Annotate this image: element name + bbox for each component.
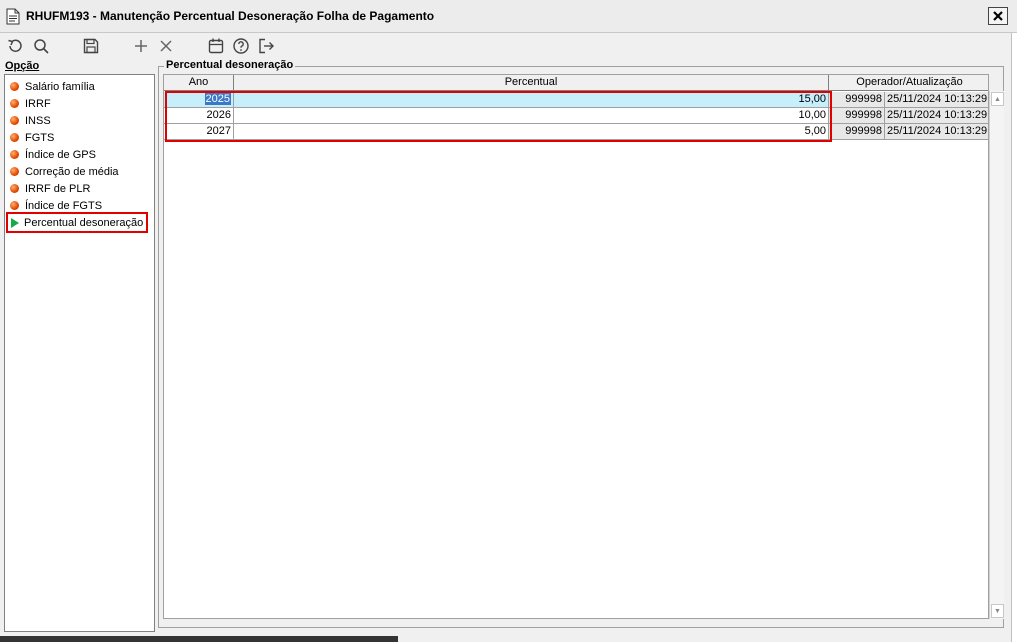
option-correcao-media[interactable]: Correção de média [8,163,119,180]
window-edge [1011,33,1017,642]
document-icon [6,8,20,25]
cell-ano[interactable]: 2027 [164,124,234,140]
option-percentual-desoneracao[interactable]: Percentual desoneração [6,212,148,233]
options-label: Opção [5,60,40,72]
add-button[interactable] [131,36,151,56]
taskbar-strip [0,636,398,642]
option-salario-familia[interactable]: Salário família [8,78,95,95]
calendar-icon [208,38,224,54]
column-header-ano[interactable]: Ano [164,75,234,91]
selected-arrow-icon [11,217,19,228]
undo-button[interactable] [5,36,25,56]
option-label: FGTS [25,131,55,144]
close-button[interactable] [988,7,1008,25]
bullet-icon [10,184,19,193]
option-label: IRRF [25,97,51,110]
option-fgts[interactable]: FGTS [8,129,54,146]
save-button[interactable] [81,36,101,56]
toolbar [0,33,1017,59]
option-label: IRRF de PLR [25,182,91,195]
options-list: Salário família IRRF INSS FGTS Índice de… [4,74,155,632]
cell-percentual[interactable]: 15,00 [234,92,829,108]
option-label: Salário família [25,80,95,93]
cell-atualizacao: 25/11/2024 10:13:29 [885,92,988,108]
delete-icon [160,40,172,52]
option-irrf[interactable]: IRRF [8,95,51,112]
column-header-percentual[interactable]: Percentual [234,75,829,91]
scroll-down-button[interactable]: ▼ [991,604,1004,618]
scroll-up-button[interactable]: ▲ [991,92,1004,106]
cell-percentual[interactable]: 10,00 [234,108,829,124]
option-label: Índice de FGTS [25,199,103,212]
bullet-icon [10,99,19,108]
option-label: Índice de GPS [25,148,96,161]
bullet-icon [10,201,19,210]
data-grid: Ano Percentual Operador/Atualização 2025… [163,74,989,619]
bullet-icon [10,133,19,142]
option-irrf-plr[interactable]: IRRF de PLR [8,180,90,197]
undo-icon [8,39,22,52]
search-button[interactable] [31,36,51,56]
option-label: INSS [25,114,51,127]
exit-icon [259,38,274,54]
window-title: RHUFM193 - Manutenção Percentual Desoner… [26,9,435,23]
bullet-icon [10,150,19,159]
save-icon [83,38,99,54]
column-header-operador[interactable]: Operador/Atualização [829,75,988,91]
option-inss[interactable]: INSS [8,112,51,129]
group-title: Percentual desoneração [164,59,296,71]
cell-atualizacao: 25/11/2024 10:13:29 [885,108,988,124]
cell-percentual[interactable]: 5,00 [234,124,829,140]
cell-atualizacao: 25/11/2024 10:13:29 [885,124,988,140]
option-label: Correção de média [25,165,119,178]
search-icon [34,39,49,54]
arrow-down-icon: ▼ [994,607,1001,615]
help-button[interactable] [231,36,251,56]
option-indice-gps[interactable]: Índice de GPS [8,146,96,163]
title-bar: RHUFM193 - Manutenção Percentual Desoner… [0,0,1017,33]
bullet-icon [10,82,19,91]
bullet-icon [10,167,19,176]
option-indice-fgts[interactable]: Índice de FGTS [8,197,102,214]
help-icon [233,38,249,54]
delete-button[interactable] [156,36,176,56]
add-icon [135,40,147,52]
calendar-button[interactable] [206,36,226,56]
exit-button[interactable] [256,36,276,56]
arrow-up-icon: ▲ [994,95,1001,103]
cell-operador: 999998 [829,124,885,140]
option-label: Percentual desoneração [24,216,144,229]
close-icon [993,11,1003,21]
cell-ano[interactable]: 2025 [164,92,234,108]
cell-operador: 999998 [829,108,885,124]
vertical-scrollbar[interactable]: ▲ ▼ [989,91,1004,619]
cell-ano[interactable]: 2026 [164,108,234,124]
bullet-icon [10,116,19,125]
cell-operador: 999998 [829,92,885,108]
